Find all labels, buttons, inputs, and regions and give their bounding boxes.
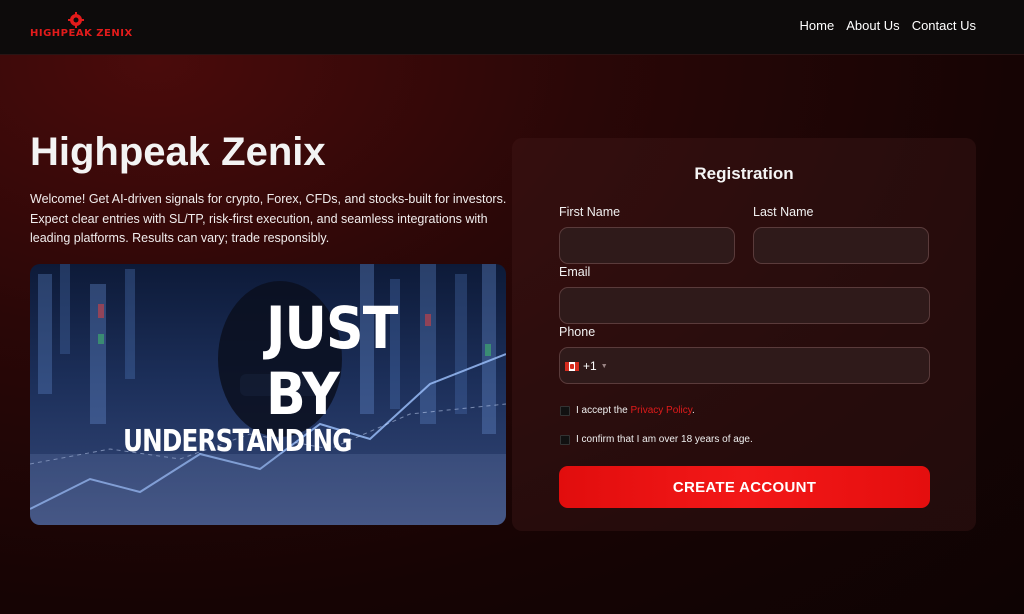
age-confirm-checkbox[interactable] [560,435,570,445]
image-text-just: JUST [266,294,398,362]
first-name-label: First Name [559,205,621,219]
phone-country-code: +1 [583,359,597,373]
site-logo[interactable]: HIGHPEAK ZENIX [30,12,133,42]
hero-description: Welcome! Get AI-driven signals for crypt… [30,192,507,245]
phone-label: Phone [559,325,596,339]
first-name-input[interactable] [559,227,735,264]
hero-image: JUST BY UNDERSTANDING [30,264,506,525]
canada-flag-icon [565,361,579,371]
last-name-input[interactable] [753,227,929,264]
main-nav: Home About Us Contact Us [800,18,976,33]
privacy-checkbox[interactable] [560,406,570,416]
phone-country-selector[interactable]: +1 ▼ [565,358,608,374]
hero-title: Highpeak Zenix [30,130,326,174]
privacy-policy-link[interactable]: Privacy Policy [630,405,692,416]
privacy-text-prefix: I accept the [576,405,631,416]
privacy-consent-text: I accept the Privacy Policy. [576,405,695,416]
top-navigation-bar: HIGHPEAK ZENIX Home About Us Contact Us [0,0,1024,55]
email-input[interactable] [559,287,930,324]
logo-text: HIGHPEAK ZENIX [30,28,133,39]
nav-home-link[interactable]: Home [800,18,835,33]
last-name-label: Last Name [753,205,814,219]
email-label: Email [559,265,591,279]
caret-down-icon: ▼ [600,362,608,370]
create-account-button[interactable]: CREATE ACCOUNT [559,466,930,508]
age-confirm-text: I confirm that I am over 18 years of age… [576,434,753,445]
image-text-by: BY [266,360,340,428]
nav-contact-link[interactable]: Contact Us [912,18,976,33]
image-text-understanding: UNDERSTANDING [123,424,352,459]
floor-glow [30,454,506,525]
privacy-text-suffix: . [691,405,695,416]
registration-title: Registration [694,164,794,183]
nav-about-link[interactable]: About Us [846,18,899,33]
gear-emblem-icon [68,12,84,28]
phone-input[interactable] [559,347,930,384]
